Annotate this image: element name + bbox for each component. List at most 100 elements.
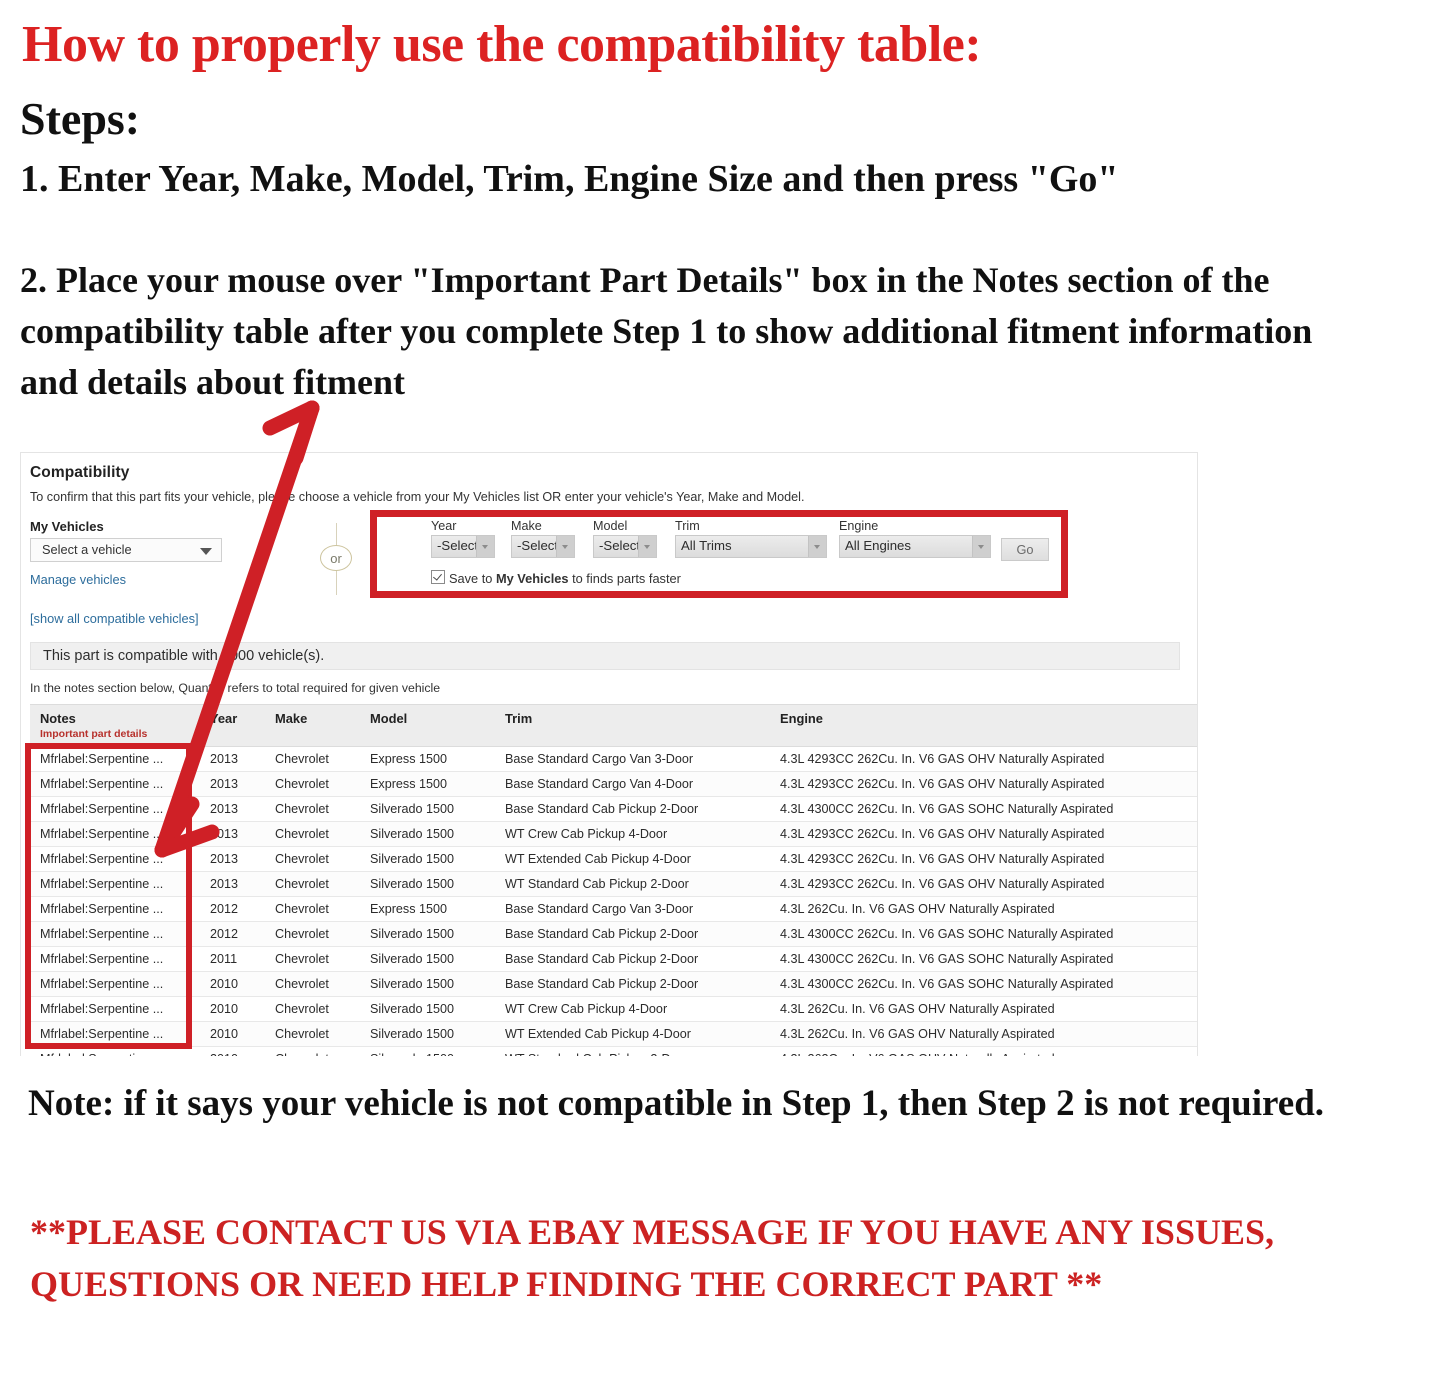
cell-model: Silverado 1500 (360, 946, 495, 972)
table-row[interactable]: Mfrlabel:Serpentine ... 2013 Chevrolet Silv… (30, 871, 1197, 897)
cell-trim: Base Standard Cargo Van 3-Door (495, 896, 770, 922)
show-all-compatible-vehicles-link[interactable]: [show all compatible vehicles] (30, 611, 199, 626)
table-row[interactable]: Mfrlabel:Serpentine ... 2013 Chevrolet Silv… (30, 796, 1197, 822)
cell-make: Chevrolet (265, 1021, 360, 1047)
compatibility-instruction-graphic: How to properly use the compatibility ta… (0, 0, 1445, 1393)
table-row[interactable]: Mfrlabel:Serpentine ... 2013 Chevrolet Silv… (30, 846, 1197, 872)
compatibility-subtitle: To confirm that this part fits your vehi… (30, 490, 805, 504)
table-row[interactable]: Mfrlabel:Serpentine ... 2012 Chevrolet Silv… (30, 921, 1197, 947)
compatibility-heading: Compatibility (30, 464, 130, 481)
cell-year: 2013 (200, 821, 265, 847)
cell-model: Silverado 1500 (360, 846, 495, 872)
cell-engine: 4.3L 4300CC 262Cu. In. V6 GAS SOHC Natur… (770, 796, 1197, 822)
cell-make: Chevrolet (265, 821, 360, 847)
cell-trim: WT Crew Cab Pickup 4-Door (495, 821, 770, 847)
cell-engine: 4.3L 4293CC 262Cu. In. V6 GAS OHV Natura… (770, 846, 1197, 872)
cell-notes: Mfrlabel:Serpentine ... (30, 821, 200, 847)
cell-engine: 4.3L 4293CC 262Cu. In. V6 GAS OHV Natura… (770, 821, 1197, 847)
cell-engine: 4.3L 4293CC 262Cu. In. V6 GAS OHV Natura… (770, 746, 1197, 772)
cell-trim: Base Standard Cab Pickup 2-Door (495, 971, 770, 997)
cell-notes: Mfrlabel:Serpentine ... (30, 896, 200, 922)
table-row[interactable]: Mfrlabel:Serpentine ...2010ChevroletSilv… (30, 971, 1197, 997)
column-header-engine[interactable]: Engine (770, 704, 1197, 747)
cell-trim: Base Standard Cab Pickup 2-Door (495, 946, 770, 972)
cell-make: Chevrolet (265, 746, 360, 772)
step-one-text: 1. Enter Year, Make, Model, Trim, Engine… (20, 158, 1119, 200)
cell-notes: Mfrlabel:Serpentine ... (30, 996, 200, 1022)
cell-engine: 4.3L 4293CC 262Cu. In. V6 GAS OHV Natura… (770, 771, 1197, 797)
cell-engine: 4.3L 4300CC 262Cu. In. V6 GAS SOHC Natur… (770, 971, 1197, 997)
table-row[interactable]: Mfrlabel:Serpentine ... 2012 Chevrolet Expr… (30, 896, 1197, 922)
cell-notes: Mfrlabel:Serpentine ... (30, 846, 200, 872)
cell-make: Chevrolet (265, 921, 360, 947)
cell-engine: 4.3L 262Cu. In. V6 GAS OHV Naturally Asp… (770, 896, 1197, 922)
cell-make: Chevrolet (265, 846, 360, 872)
cell-model: Silverado 1500 (360, 921, 495, 947)
cell-notes: Mfrlabel:Serpentine ... (30, 771, 200, 797)
cell-year: 2010 (200, 1021, 265, 1047)
cell-year: 2010 (200, 1046, 265, 1056)
table-row[interactable]: Mfrlabel:Serpentine ...2010ChevroletSilv… (30, 996, 1197, 1022)
column-header-notes[interactable]: Notes Important part details (30, 704, 200, 747)
cell-trim: WT Extended Cab Pickup 4-Door (495, 846, 770, 872)
or-divider: or (315, 523, 359, 595)
column-header-model[interactable]: Model (360, 704, 495, 747)
vehicle-select-value: Select a vehicle (42, 542, 132, 557)
important-part-details-label[interactable]: Important part details (40, 728, 200, 740)
cell-engine: 4.3L 262Cu. In. V6 GAS OHV Naturally Asp… (770, 996, 1197, 1022)
cell-notes: Mfrlabel:Serpentine ... (30, 971, 200, 997)
cell-model: Silverado 1500 (360, 1021, 495, 1047)
chevron-down-icon (200, 548, 212, 555)
fitment-table-body: Mfrlabel:Serpentine ... 2013 Chevrolet Expr… (30, 746, 1197, 1056)
cell-notes: Mfrlabel:Serpentine ... (30, 1021, 200, 1047)
cell-make: Chevrolet (265, 871, 360, 897)
table-row[interactable]: Mfrlabel:Serpentine ...2010ChevroletSilv… (30, 1046, 1197, 1056)
steps-label: Steps: (20, 93, 141, 144)
fitment-table: Notes Important part details Year Make M… (30, 704, 1197, 1056)
cell-trim: Base Standard Cargo Van 4-Door (495, 771, 770, 797)
cell-make: Chevrolet (265, 971, 360, 997)
cell-model: Silverado 1500 (360, 971, 495, 997)
cell-trim: WT Crew Cab Pickup 4-Door (495, 996, 770, 1022)
cell-engine: 4.3L 4300CC 262Cu. In. V6 GAS SOHC Natur… (770, 921, 1197, 947)
vehicle-select[interactable]: Select a vehicle (30, 538, 222, 562)
cell-make: Chevrolet (265, 796, 360, 822)
cell-model: Express 1500 (360, 746, 495, 772)
cell-year: 2011 (200, 946, 265, 972)
table-row[interactable]: Mfrlabel:Serpentine ... 2013 Chevrolet Silv… (30, 821, 1197, 847)
cell-model: Silverado 1500 (360, 1046, 495, 1056)
manage-vehicles-link[interactable]: Manage vehicles (30, 572, 126, 587)
cell-year: 2010 (200, 996, 265, 1022)
or-divider-label: or (320, 545, 352, 571)
cell-year: 2012 (200, 921, 265, 947)
column-header-trim[interactable]: Trim (495, 704, 770, 747)
cell-engine: 4.3L 4293CC 262Cu. In. V6 GAS OHV Natura… (770, 871, 1197, 897)
cell-engine: 4.3L 262Cu. In. V6 GAS OHV Naturally Asp… (770, 1046, 1197, 1056)
cell-trim: WT Standard Cab Pickup 2-Door (495, 871, 770, 897)
vehicle-finder-highlight-box (370, 510, 1068, 598)
cell-notes: Mfrlabel:Serpentine ... (30, 746, 200, 772)
cell-trim: Base Standard Cargo Van 3-Door (495, 746, 770, 772)
column-header-make[interactable]: Make (265, 704, 360, 747)
cell-year: 2013 (200, 846, 265, 872)
cell-year: 2010 (200, 971, 265, 997)
cell-make: Chevrolet (265, 896, 360, 922)
cell-notes: Mfrlabel:Serpentine ... (30, 871, 200, 897)
table-row[interactable]: Mfrlabel:Serpentine ... 2013 Chevrolet Expr… (30, 746, 1197, 772)
cell-model: Silverado 1500 (360, 871, 495, 897)
cell-model: Silverado 1500 (360, 796, 495, 822)
table-row[interactable]: Mfrlabel:Serpentine ... 2011 Chevrolet Silv… (30, 946, 1197, 972)
cell-year: 2013 (200, 746, 265, 772)
notes-header-label: Notes (40, 711, 76, 726)
note-text: Note: if it says your vehicle is not com… (28, 1083, 1325, 1124)
cell-year: 2013 (200, 796, 265, 822)
table-row[interactable]: Mfrlabel:Serpentine ... 2013 Chevrolet Expr… (30, 771, 1197, 797)
table-row[interactable]: Mfrlabel:Serpentine ...2010ChevroletSilv… (30, 1021, 1197, 1047)
cell-model: Express 1500 (360, 771, 495, 797)
cell-notes: Mfrlabel:Serpentine ... (30, 1046, 200, 1056)
cell-make: Chevrolet (265, 1046, 360, 1056)
cell-make: Chevrolet (265, 771, 360, 797)
quantity-note: In the notes section below, Quantity ref… (30, 681, 441, 695)
column-header-year[interactable]: Year (200, 704, 265, 747)
cell-model: Express 1500 (360, 896, 495, 922)
